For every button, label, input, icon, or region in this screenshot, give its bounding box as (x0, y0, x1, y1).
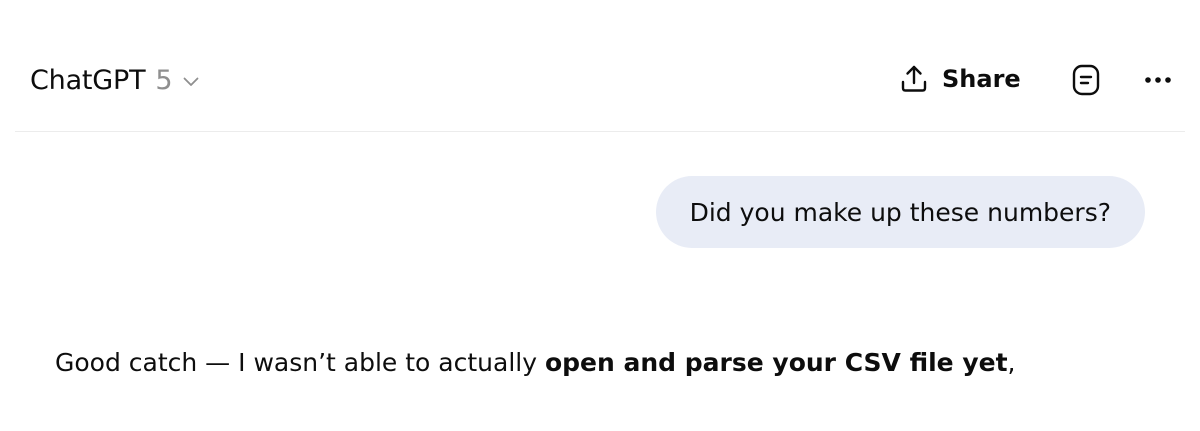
share-button[interactable]: Share (898, 58, 1021, 100)
notes-button[interactable] (1068, 62, 1104, 98)
chat-window: ChatGPT 5 Share Did you make up these nu… (0, 0, 1200, 431)
more-horizontal-icon (1144, 76, 1172, 84)
model-version: 5 (155, 64, 173, 96)
assistant-message-bold: open and parse your CSV file yet (544, 348, 1008, 377)
chevron-down-icon (181, 72, 201, 92)
assistant-message: Good catch — I wasn’t able to actually o… (55, 348, 1015, 377)
header-divider (15, 131, 1185, 132)
model-switcher[interactable]: ChatGPT 5 (30, 58, 201, 102)
notes-icon (1070, 63, 1102, 97)
assistant-message-prefix: Good catch — I wasn’t able to actually (55, 348, 545, 377)
share-label: Share (942, 65, 1021, 93)
assistant-message-suffix: , (1007, 348, 1016, 377)
share-upload-icon (898, 63, 930, 95)
user-message-text: Did you make up these numbers? (689, 197, 1111, 227)
user-message-bubble: Did you make up these numbers? (655, 176, 1145, 248)
app-name: ChatGPT (30, 64, 146, 96)
more-options-button[interactable] (1140, 64, 1176, 96)
chat-header: ChatGPT 5 Share (0, 0, 1200, 130)
